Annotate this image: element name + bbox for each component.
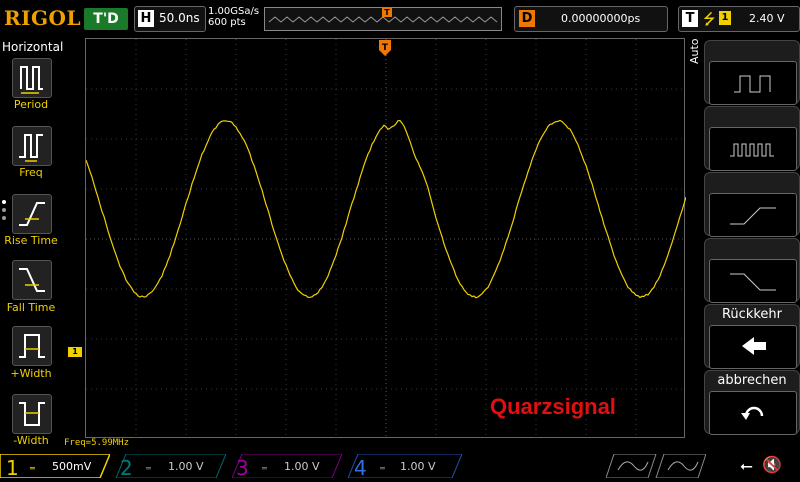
math-ref-indicators[interactable]	[606, 454, 706, 478]
ch3-scale: 1.00 V	[284, 460, 320, 473]
waveform-display[interactable]	[85, 38, 685, 438]
timebase-value: 50.0ns	[159, 11, 200, 25]
positive-width-label: +Width	[0, 367, 62, 380]
rising-edge-icon: ⭍	[703, 9, 716, 34]
period-icon	[13, 59, 51, 97]
usb-icon: ⭠	[740, 456, 753, 476]
fall-time-label: Fall Time	[0, 301, 62, 314]
undo-icon	[710, 392, 796, 432]
horizontal-timebase-box[interactable]: H 50.0ns	[134, 6, 206, 32]
auto-menu-label: Auto	[688, 38, 701, 64]
rigol-logo: RIGOL	[4, 6, 81, 30]
ch4-coupling-icon: ═	[380, 464, 385, 473]
period-button[interactable]	[12, 58, 52, 98]
ch1-number: 1	[6, 456, 19, 480]
trigger-level-value: 2.40 V	[749, 12, 785, 25]
trigger-position-marker: T	[379, 40, 391, 56]
math-wave-icon	[618, 462, 648, 470]
trigger-settings-box[interactable]: T ⭍ 1 2.40 V	[678, 6, 800, 32]
rising-edge-wave-icon	[710, 194, 796, 236]
auto-fall-button[interactable]	[704, 238, 800, 302]
negative-width-button[interactable]	[12, 394, 52, 434]
frequency-readout: Freq=5.99MHz	[64, 438, 129, 448]
horizontal-key-label: H	[138, 10, 154, 27]
auto-period-button[interactable]	[704, 40, 800, 104]
rise-time-label: Rise Time	[0, 234, 62, 247]
sound-muted-icon[interactable]: 🔇	[762, 455, 782, 474]
negative-width-icon	[13, 395, 51, 433]
positive-width-button[interactable]	[12, 326, 52, 366]
ref-wave-icon	[668, 462, 698, 470]
sample-rate: 1.00GSa/s	[208, 6, 259, 17]
page-indicator-dot	[2, 200, 6, 204]
freq-label: Freq	[0, 166, 62, 179]
ch4-number: 4	[354, 456, 367, 480]
freq-button[interactable]	[12, 126, 52, 166]
falling-edge-wave-icon	[710, 260, 796, 302]
ch3-number: 3	[236, 456, 249, 480]
fall-time-icon	[13, 261, 51, 299]
math-indicator-frame	[606, 454, 656, 478]
delay-box[interactable]: D 0.00000000ps	[514, 6, 668, 32]
fast-square-wave-icon	[710, 128, 796, 170]
sample-rate-info: 1.00GSa/s 600 pts	[208, 6, 259, 28]
auto-freq-button[interactable]	[704, 106, 800, 170]
undo-arrow-box	[709, 391, 797, 435]
cancel-label: abbrechen	[705, 373, 799, 388]
trigger-key-label: T	[682, 10, 698, 27]
rise-time-icon	[13, 195, 51, 233]
memory-trigger-marker: T	[382, 8, 392, 17]
ch4-scale: 1.00 V	[400, 460, 436, 473]
period-preview	[709, 61, 797, 105]
waveform-grid	[86, 39, 686, 439]
period-label: Period	[0, 98, 62, 111]
ch2-number: 2	[120, 456, 133, 480]
ch3-coupling-icon: ═	[262, 464, 267, 473]
freq-icon	[13, 127, 51, 165]
positive-width-icon	[13, 327, 51, 365]
ch1-coupling-icon: ═	[30, 464, 35, 473]
ch1-scale: 500mV	[52, 460, 91, 473]
page-indicator-dot	[2, 216, 6, 220]
fall-time-button[interactable]	[12, 260, 52, 300]
trigger-status-badge: T'D	[84, 8, 128, 30]
back-button[interactable]: Rückkehr	[704, 304, 800, 368]
auto-label-text: Auto	[688, 38, 701, 64]
delay-key-label: D	[519, 10, 535, 27]
delay-value: 0.00000000ps	[561, 12, 640, 25]
menu-title: Horizontal	[2, 40, 63, 54]
ch2-scale: 1.00 V	[168, 460, 204, 473]
svg-text:T: T	[382, 43, 389, 53]
negative-width-label: -Width	[0, 434, 62, 447]
ch2-coupling-icon: ═	[146, 464, 151, 473]
freq-preview	[709, 127, 797, 171]
ch1-offset-marker[interactable]: 1	[68, 347, 82, 357]
cancel-button[interactable]: abbrechen	[704, 370, 800, 434]
rise-time-button[interactable]	[12, 194, 52, 234]
rise-preview	[709, 193, 797, 237]
auto-rise-button[interactable]	[704, 172, 800, 236]
memory-depth: 600 pts	[208, 17, 259, 28]
square-wave-icon	[710, 62, 796, 104]
trigger-channel-badge: 1	[719, 11, 731, 25]
back-label: Rückkehr	[705, 307, 799, 322]
fall-preview	[709, 259, 797, 303]
page-indicator-dot	[2, 208, 6, 212]
back-arrow-box	[709, 325, 797, 369]
ref-indicator-frame	[656, 454, 706, 478]
waveform-label: Quarzsignal	[490, 394, 616, 420]
back-arrow-icon	[710, 326, 796, 366]
